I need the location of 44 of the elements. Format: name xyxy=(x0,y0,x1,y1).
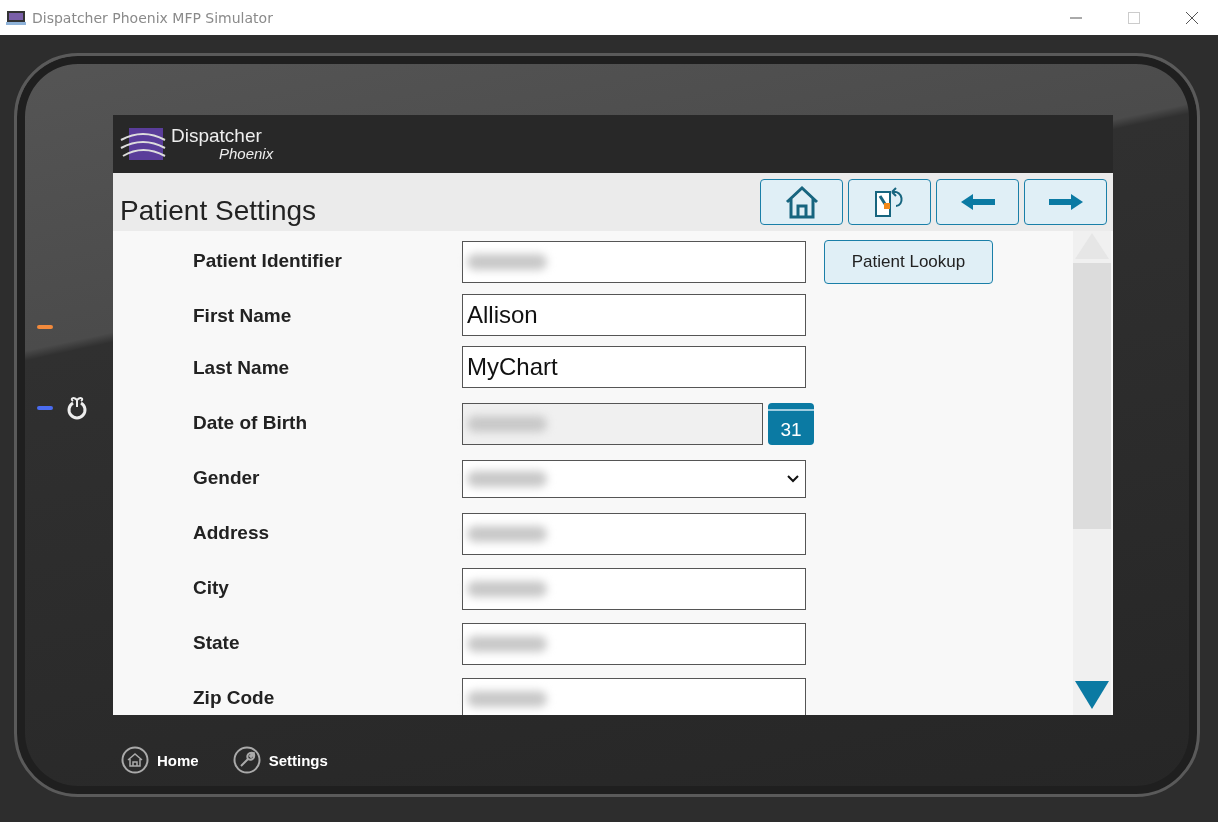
left-arrow-icon xyxy=(960,194,995,210)
app-icon xyxy=(6,9,26,26)
back-button[interactable] xyxy=(936,179,1019,225)
brand-name: Dispatcher xyxy=(171,126,263,146)
wrench-icon xyxy=(232,746,261,774)
forward-button[interactable] xyxy=(1024,179,1107,225)
field-label: Patient Identifier xyxy=(193,249,343,272)
scroll-thumb[interactable] xyxy=(1073,263,1111,529)
scroll-down-icon[interactable] xyxy=(1073,679,1111,711)
scrollbar[interactable] xyxy=(1073,231,1111,715)
lookup-button[interactable]: Patient Lookup xyxy=(824,240,993,284)
power-icon[interactable] xyxy=(65,396,89,420)
right-arrow-icon xyxy=(1048,194,1083,210)
input-field[interactable] xyxy=(462,512,806,555)
input-field[interactable] xyxy=(462,567,806,610)
input-field[interactable]: Allison xyxy=(462,294,806,336)
status-light xyxy=(37,325,53,329)
input-field[interactable] xyxy=(462,677,806,715)
input-field[interactable]: MyChart xyxy=(462,346,806,388)
field-label: City xyxy=(193,576,230,599)
field-label: Gender xyxy=(193,466,261,489)
page-title: Patient Settings xyxy=(120,195,317,227)
chevron-down-icon xyxy=(787,474,799,483)
return-button[interactable] xyxy=(848,179,931,225)
input-field[interactable] xyxy=(462,240,806,283)
home-button[interactable] xyxy=(760,179,843,225)
brand-subname: Phoenix xyxy=(219,146,274,162)
field-label: First Name xyxy=(193,304,293,327)
home-icon xyxy=(783,185,820,219)
home-icon xyxy=(121,746,149,774)
nav-item[interactable]: Home xyxy=(121,746,199,774)
input-field[interactable] xyxy=(462,622,806,665)
dropdown-field[interactable] xyxy=(462,459,806,498)
field-label: Last Name xyxy=(193,356,291,379)
field-label: Address xyxy=(193,521,271,544)
field-label: State xyxy=(193,631,241,654)
status-light xyxy=(37,406,53,410)
field-label: Zip Code xyxy=(193,686,276,709)
window-title: Dispatcher Phoenix MFP Simulator xyxy=(32,9,273,26)
close-icon[interactable] xyxy=(1186,11,1198,24)
calendar-button[interactable]: 31 xyxy=(768,402,814,445)
date-field[interactable] xyxy=(462,402,763,445)
nav-item[interactable]: Settings xyxy=(232,746,328,774)
field-label: Date of Birth xyxy=(193,411,308,434)
